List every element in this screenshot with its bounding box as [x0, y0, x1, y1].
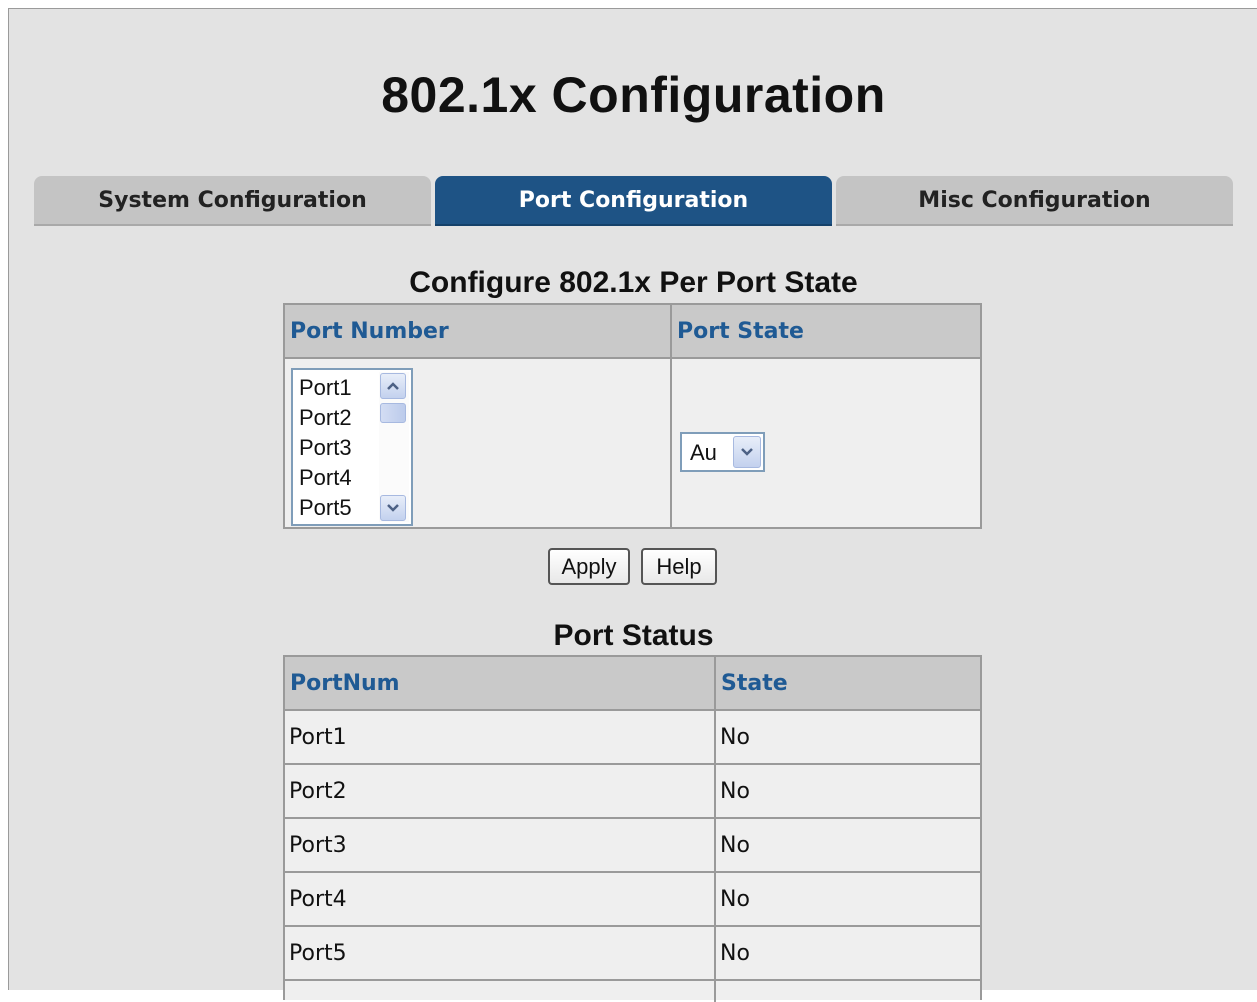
port-config-table: Port Number Port State Port1 Port2 Port3…	[283, 303, 982, 529]
port-state-value: Au	[690, 440, 717, 465]
port-cell: Port2	[289, 778, 347, 804]
scroll-up-button[interactable]	[380, 373, 406, 399]
port-list-item[interactable]: Port1	[299, 373, 352, 403]
port-state-header: Port State	[677, 318, 804, 344]
state-cell: No	[720, 940, 750, 966]
port-number-listbox[interactable]: Port1 Port2 Port3 Port4 Port5	[291, 368, 413, 526]
table-row: Port5 No	[285, 927, 980, 981]
port-number-header: Port Number	[290, 318, 449, 344]
port-state-select[interactable]: Au	[680, 432, 765, 472]
select-dropdown-button[interactable]	[733, 436, 761, 468]
scroll-down-button[interactable]	[380, 495, 406, 521]
state-cell: No	[720, 886, 750, 912]
chevron-down-icon	[741, 448, 753, 456]
port-list-item[interactable]: Port2	[299, 403, 352, 433]
tab-misc-configuration[interactable]: Misc Configuration	[836, 176, 1233, 226]
apply-button[interactable]: Apply	[548, 548, 630, 585]
state-header: State	[721, 670, 788, 696]
table-row: Port4 No	[285, 873, 980, 927]
port-list-item[interactable]: Port4	[299, 463, 352, 493]
state-cell: No	[720, 724, 750, 750]
tab-port-configuration[interactable]: Port Configuration	[435, 176, 832, 226]
listbox-scrollbar[interactable]	[379, 372, 409, 522]
table-row: Port3 No	[285, 819, 980, 873]
column-divider	[714, 657, 716, 1002]
port-list-item[interactable]: Port3	[299, 433, 352, 463]
page-title: 802.1x Configuration	[381, 67, 886, 123]
state-cell: No	[720, 832, 750, 858]
table-row: Port1 No	[285, 711, 980, 765]
tab-system-configuration[interactable]: System Configuration	[34, 176, 431, 226]
main-frame: 802.1x Configuration System Configuratio…	[8, 8, 1257, 1002]
port-cell: Port1	[289, 724, 347, 750]
chevron-down-icon	[387, 504, 399, 512]
port-list: Port1 Port2 Port3 Port4 Port5	[299, 373, 352, 523]
portnum-header: PortNum	[290, 670, 400, 696]
port-cell: Port4	[289, 886, 347, 912]
chevron-up-icon	[387, 382, 399, 390]
status-section-title: Port Status	[553, 619, 714, 652]
port-status-table: PortNum State Port1 No Port2 No Port3 No…	[283, 655, 982, 1002]
port-list-item[interactable]: Port5	[299, 493, 352, 523]
state-cell: No	[720, 778, 750, 804]
scroll-thumb[interactable]	[380, 403, 406, 423]
port-cell: Port5	[289, 940, 347, 966]
table-row: Port2 No	[285, 765, 980, 819]
help-button[interactable]: Help	[641, 548, 717, 585]
port-config-header: Port Number Port State	[285, 305, 980, 359]
config-section-title: Configure 802.1x Per Port State	[409, 266, 858, 299]
column-divider	[670, 305, 672, 527]
status-header: PortNum State	[285, 657, 980, 711]
port-cell: Port3	[289, 832, 347, 858]
